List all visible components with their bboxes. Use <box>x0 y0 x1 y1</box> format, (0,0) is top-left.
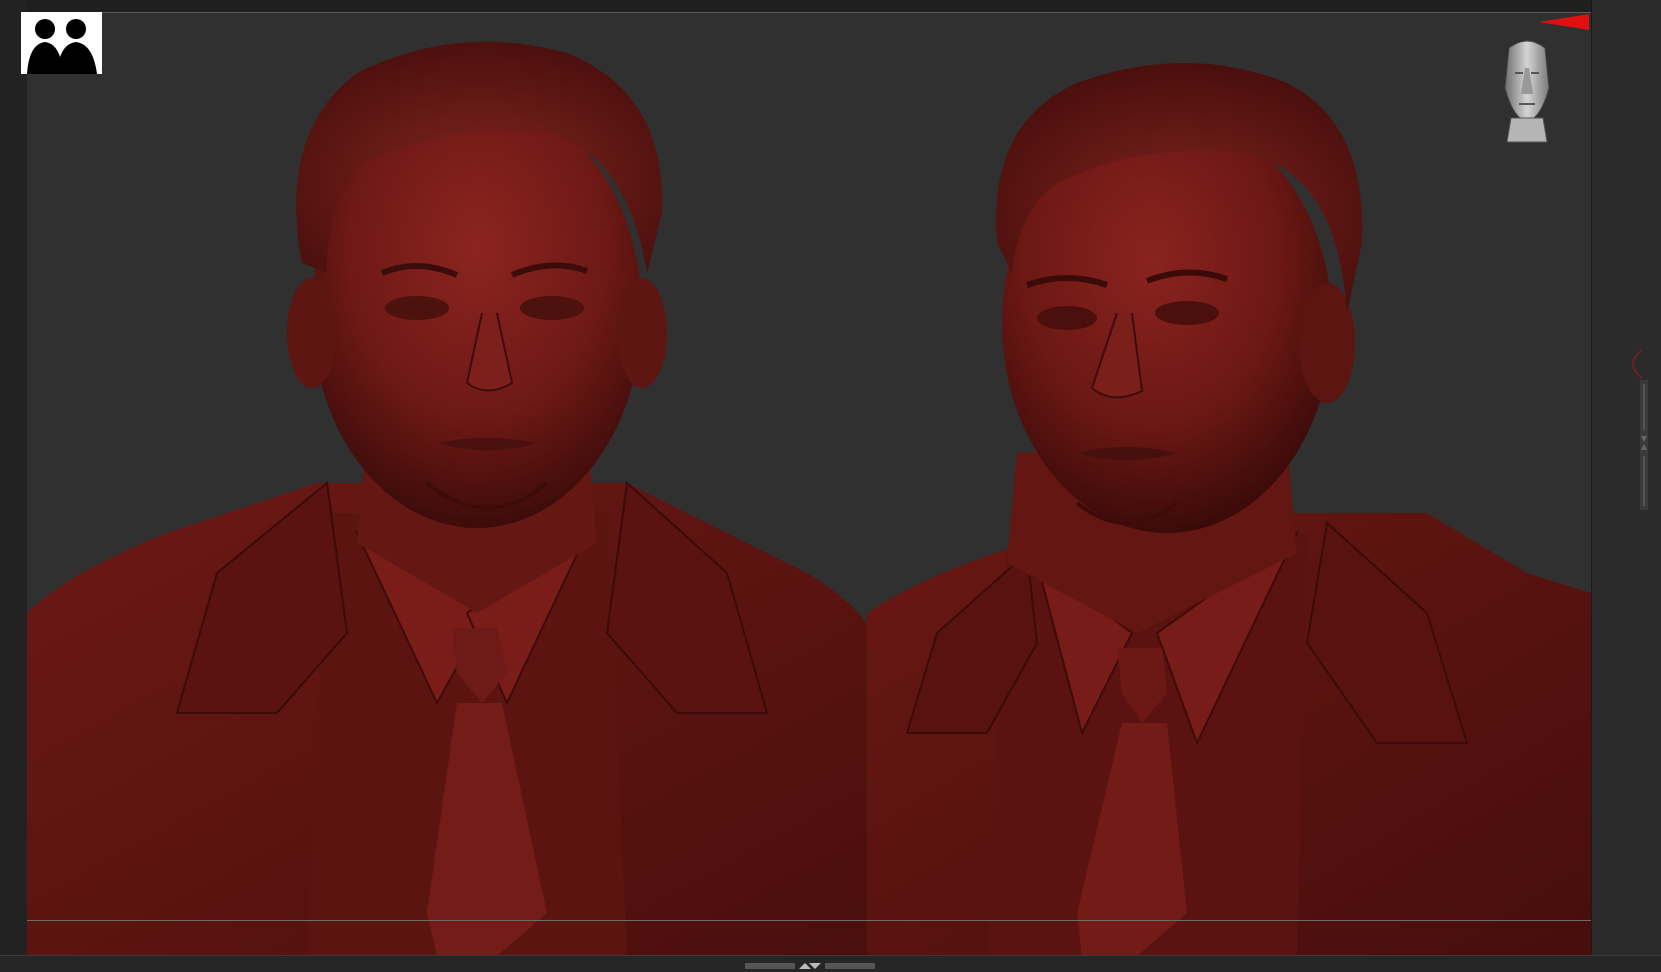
3d-viewport[interactable] <box>27 12 1591 956</box>
tray-marker-icon <box>1632 349 1643 379</box>
bust-model-front <box>27 41 887 956</box>
tray-scroll-handle[interactable] <box>1640 380 1648 510</box>
bust-model-three-quarter <box>867 63 1591 956</box>
right-tray <box>1591 0 1661 971</box>
bottom-splitter-handle[interactable] <box>745 962 875 970</box>
floor-grid-line <box>27 920 1591 921</box>
two-silhouettes-icon[interactable] <box>21 12 102 74</box>
left-gutter <box>0 0 27 971</box>
